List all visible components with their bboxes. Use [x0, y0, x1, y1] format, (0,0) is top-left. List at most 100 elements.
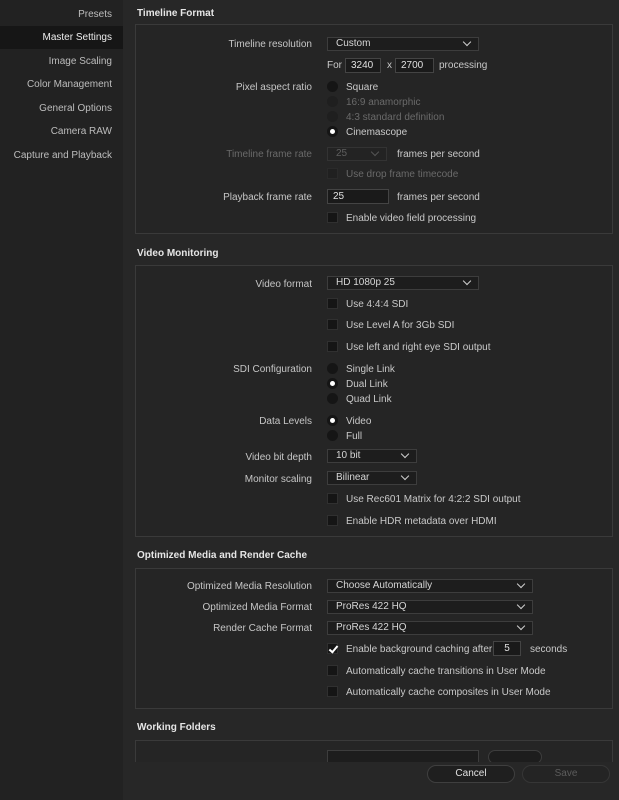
optimized-media-resolution-dropdown[interactable]: Choose Automatically	[327, 579, 533, 593]
monitor-scaling-value: Bilinear	[336, 472, 370, 483]
hdr-metadata-checkbox[interactable]	[327, 515, 338, 526]
processing-label: processing	[439, 60, 488, 71]
chevron-down-icon	[516, 600, 526, 610]
working-folder-path-field[interactable]	[327, 750, 479, 762]
section-title-timeline-format: Timeline Format	[137, 8, 215, 19]
timeline-format-panel: Timeline resolution Custom For 3240 x 27…	[135, 24, 613, 234]
timeline-frame-rate-label: Timeline frame rate	[226, 149, 312, 160]
working-folder-browse-button[interactable]	[488, 750, 542, 762]
working-folders-panel	[135, 740, 613, 762]
resolution-height-input[interactable]: 2700	[395, 58, 434, 73]
radio-4-3-standard-definition[interactable]	[327, 111, 338, 122]
video-bit-depth-value: 10 bit	[336, 450, 361, 461]
seconds-label: seconds	[530, 644, 568, 655]
radio-square[interactable]	[327, 81, 338, 92]
video-field-processing-checkbox[interactable]	[327, 212, 338, 223]
pixel-aspect-ratio-label: Pixel aspect ratio	[235, 82, 312, 93]
radio-16-9-anamorphic-label: 16:9 anamorphic	[346, 97, 421, 108]
background-caching-label: Enable background caching after	[346, 644, 493, 655]
left-right-eye-label: Use left and right eye SDI output	[346, 342, 491, 353]
render-cache-format-dropdown[interactable]: ProRes 422 HQ	[327, 621, 533, 635]
video-monitoring-panel: Video format HD 1080p 25 Use 4:4:4 SDI U…	[135, 265, 613, 537]
sidebar-item-capture-and-playback[interactable]: Capture and Playback	[0, 144, 123, 167]
sidebar: Presets Master Settings Image Scaling Co…	[0, 0, 123, 800]
cache-composites-label: Automatically cache composites in User M…	[346, 687, 551, 698]
radio-square-label: Square	[346, 82, 379, 93]
level-a-checkbox[interactable]	[327, 319, 338, 330]
radio-quad-link[interactable]	[327, 393, 338, 404]
timeline-resolution-dropdown[interactable]: Custom	[327, 37, 479, 51]
use-444-sdi-label: Use 4:4:4 SDI	[346, 299, 409, 310]
timeline-frame-rate-dropdown[interactable]: 25	[327, 147, 387, 161]
optimized-media-resolution-value: Choose Automatically	[336, 580, 433, 591]
timeline-resolution-label: Timeline resolution	[228, 39, 312, 50]
hdr-metadata-label: Enable HDR metadata over HDMI	[346, 516, 497, 527]
render-cache-format-value: ProRes 422 HQ	[336, 622, 407, 633]
dialog-footer: Cancel Save	[123, 762, 619, 800]
background-caching-checkbox[interactable]	[327, 643, 338, 654]
cache-composites-checkbox[interactable]	[327, 686, 338, 697]
render-cache-format-label: Render Cache Format	[213, 623, 312, 634]
radio-4-3-label: 4:3 standard definition	[346, 112, 445, 123]
chevron-down-icon	[400, 449, 410, 459]
radio-dual-link-label: Dual Link	[346, 379, 388, 390]
sidebar-item-image-scaling[interactable]: Image Scaling	[0, 50, 123, 73]
radio-video[interactable]	[327, 415, 338, 426]
playback-frame-rate-label: Playback frame rate	[223, 192, 312, 203]
rec601-label: Use Rec601 Matrix for 4:2:2 SDI output	[346, 494, 521, 505]
playback-frame-rate-input[interactable]: 25	[327, 189, 389, 204]
radio-single-link-label: Single Link	[346, 364, 395, 375]
radio-video-label: Video	[346, 416, 372, 427]
timeline-frame-rate-value: 25	[336, 148, 348, 159]
chevron-down-icon	[462, 37, 472, 47]
data-levels-label: Data Levels	[259, 416, 312, 427]
settings-content[interactable]: Timeline Format Timeline resolution Cust…	[123, 0, 619, 762]
background-caching-seconds-input[interactable]: 5	[493, 641, 521, 656]
use-444-sdi-checkbox[interactable]	[327, 298, 338, 309]
cancel-button[interactable]: Cancel	[427, 765, 515, 783]
sidebar-item-presets[interactable]: Presets	[0, 3, 123, 26]
chevron-down-icon	[370, 147, 380, 157]
sidebar-item-general-options[interactable]: General Options	[0, 97, 123, 120]
video-format-dropdown[interactable]: HD 1080p 25	[327, 276, 479, 290]
video-field-processing-label: Enable video field processing	[346, 213, 477, 224]
sdi-configuration-label: SDI Configuration	[233, 364, 312, 375]
radio-16-9-anamorphic[interactable]	[327, 96, 338, 107]
drop-frame-checkbox[interactable]	[327, 168, 338, 179]
optimized-media-format-label: Optimized Media Format	[202, 602, 312, 613]
radio-cinemascope-label: Cinemascope	[346, 127, 408, 138]
resolution-width-input[interactable]: 3240	[345, 58, 381, 73]
radio-cinemascope[interactable]	[327, 126, 338, 137]
cache-transitions-checkbox[interactable]	[327, 665, 338, 676]
video-format-value: HD 1080p 25	[336, 277, 395, 288]
chevron-down-icon	[400, 471, 410, 481]
sidebar-item-master-settings[interactable]: Master Settings	[0, 26, 123, 49]
monitor-scaling-label: Monitor scaling	[244, 474, 312, 485]
sidebar-item-color-management[interactable]: Color Management	[0, 73, 123, 96]
chevron-down-icon	[462, 276, 472, 286]
monitor-scaling-dropdown[interactable]: Bilinear	[327, 471, 417, 485]
radio-single-link[interactable]	[327, 363, 338, 374]
sidebar-item-camera-raw[interactable]: Camera RAW	[0, 120, 123, 143]
radio-dual-link[interactable]	[327, 378, 338, 389]
fps-label: frames per second	[397, 149, 480, 160]
chevron-down-icon	[516, 621, 526, 631]
video-format-label: Video format	[255, 279, 312, 290]
section-title-video-monitoring: Video Monitoring	[137, 248, 219, 259]
cache-transitions-label: Automatically cache transitions in User …	[346, 666, 546, 677]
radio-full[interactable]	[327, 430, 338, 441]
optimized-media-format-dropdown[interactable]: ProRes 422 HQ	[327, 600, 533, 614]
optimized-media-format-value: ProRes 422 HQ	[336, 601, 407, 612]
video-bit-depth-dropdown[interactable]: 10 bit	[327, 449, 417, 463]
chevron-down-icon	[516, 579, 526, 589]
section-title-working-folders: Working Folders	[137, 722, 216, 733]
drop-frame-label: Use drop frame timecode	[346, 169, 459, 180]
radio-full-label: Full	[346, 431, 363, 442]
left-right-eye-checkbox[interactable]	[327, 341, 338, 352]
rec601-checkbox[interactable]	[327, 493, 338, 504]
level-a-label: Use Level A for 3Gb SDI	[346, 320, 455, 331]
video-bit-depth-label: Video bit depth	[245, 452, 312, 463]
save-button[interactable]: Save	[522, 765, 610, 783]
radio-quad-link-label: Quad Link	[346, 394, 392, 405]
times-label: x	[387, 60, 392, 71]
